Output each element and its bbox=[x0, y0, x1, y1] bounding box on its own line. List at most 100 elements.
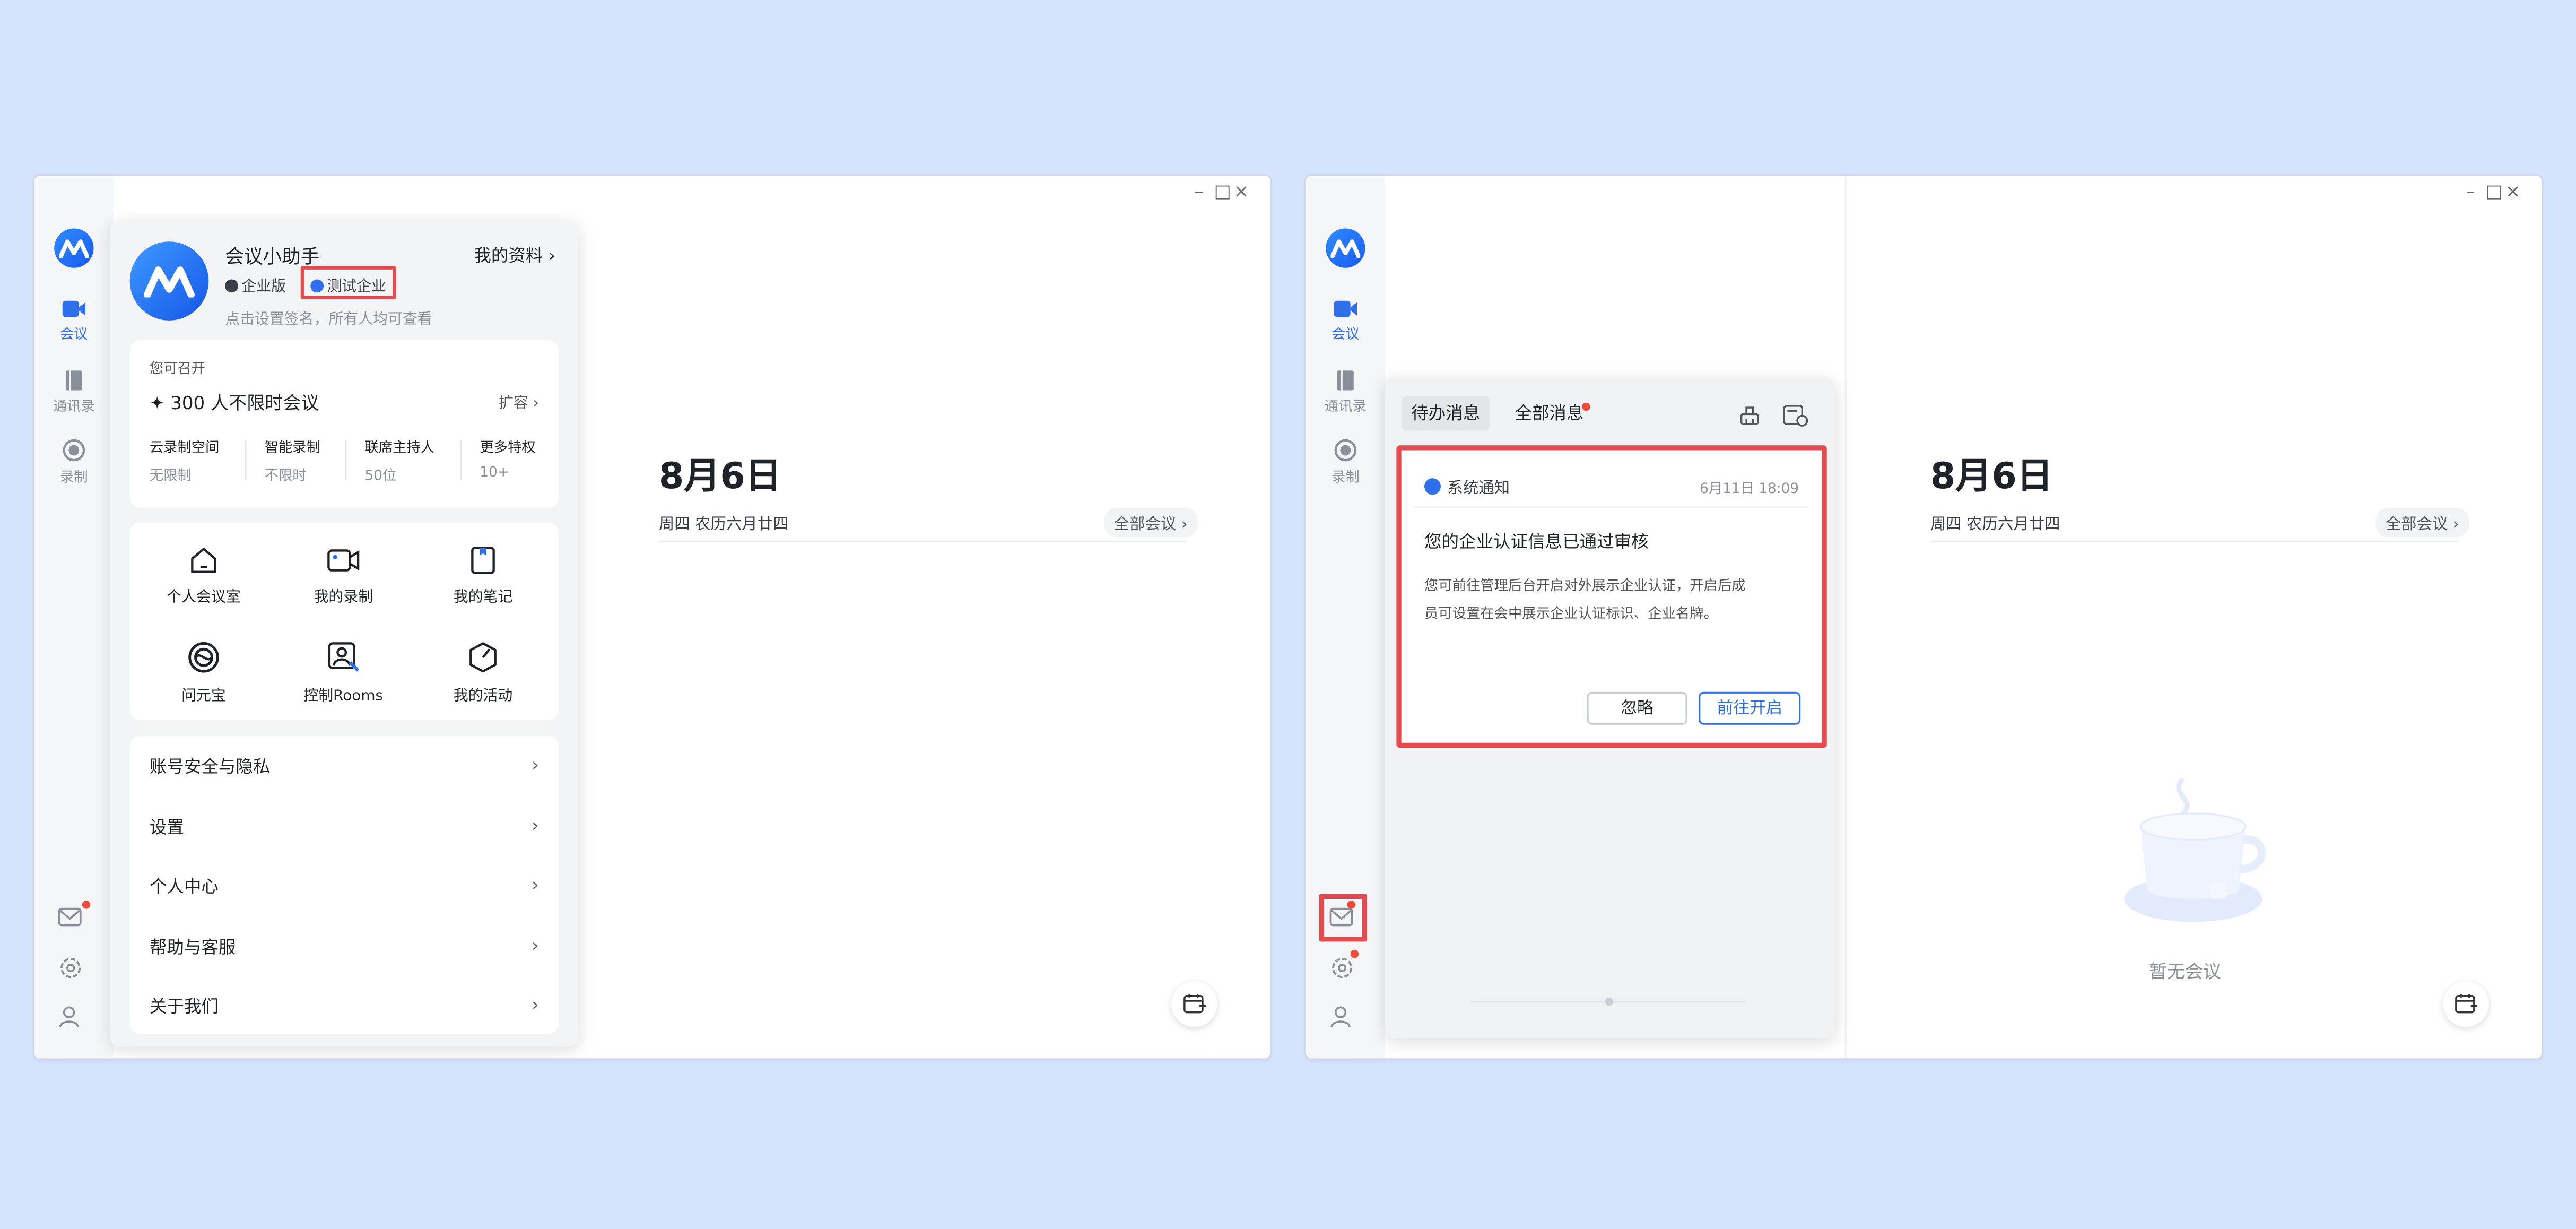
maximize-button[interactable]: □ bbox=[1214, 181, 1234, 202]
settings-menu-card: 账号安全与隐私 › 设置 › 个人中心 › 帮助与客服 › 关于我们 › bbox=[129, 736, 559, 1034]
unread-dot bbox=[1582, 402, 1590, 411]
settings-button[interactable] bbox=[1329, 950, 1362, 988]
message-settings-icon[interactable] bbox=[1782, 404, 1809, 427]
go-enable-button[interactable]: 前往开启 bbox=[1699, 691, 1801, 725]
message-panel: 待办消息 全部消息 系统通知 6月11日 18:09 您的企业认证信息已通过审核… bbox=[1385, 378, 1835, 1039]
edition-label: 企业版 bbox=[241, 279, 286, 296]
profile-button[interactable] bbox=[1329, 1004, 1362, 1037]
divider bbox=[460, 440, 462, 480]
grid-control-rooms[interactable]: 控制Rooms bbox=[274, 641, 412, 705]
tab-todo-messages[interactable]: 待办消息 bbox=[1401, 396, 1490, 431]
all-meetings-link[interactable]: 全部会议 › bbox=[1104, 507, 1198, 538]
chevron-right-icon: › bbox=[532, 815, 539, 837]
divider bbox=[245, 440, 247, 480]
schedule-meeting-button[interactable] bbox=[2443, 981, 2489, 1027]
pager-indicator bbox=[1470, 997, 1747, 1006]
grid-my-recordings[interactable]: 我的录制 bbox=[274, 546, 412, 607]
grid-label: 我的活动 bbox=[453, 688, 513, 705]
profile-button[interactable] bbox=[57, 1004, 90, 1037]
plan-title: 您可召开 bbox=[149, 361, 206, 378]
close-button[interactable]: × bbox=[1234, 181, 1254, 202]
rail-item-contacts[interactable]: 通讯录 bbox=[1306, 370, 1385, 416]
notice-source-label: 系统通知 bbox=[1447, 480, 1510, 498]
close-button[interactable]: × bbox=[2505, 181, 2525, 202]
divider bbox=[658, 540, 1186, 542]
rail-label-meetings: 会议 bbox=[1331, 327, 1360, 344]
date-title: 8月6日 bbox=[658, 456, 781, 498]
grid-yuanbao[interactable]: 问元宝 bbox=[135, 641, 273, 705]
system-notice-icon bbox=[1424, 478, 1441, 495]
expand-link[interactable]: 扩容 › bbox=[499, 391, 539, 412]
rail-item-recordings[interactable]: 录制 bbox=[34, 439, 114, 487]
edition-badge: 企业版 bbox=[225, 274, 286, 296]
app-logo-icon bbox=[143, 266, 195, 298]
rail-item-meetings[interactable]: 会议 bbox=[1306, 299, 1385, 344]
grid-label: 我的笔记 bbox=[453, 590, 513, 607]
contacts-book-icon bbox=[65, 370, 82, 391]
menu-label: 帮助与客服 bbox=[149, 938, 236, 958]
my-profile-label: 我的资料 bbox=[474, 246, 543, 266]
mail-icon bbox=[1329, 907, 1353, 927]
notice-time: 6月11日 18:09 bbox=[1699, 481, 1799, 498]
rail-label-meetings: 会议 bbox=[59, 327, 88, 344]
tab-all-messages[interactable]: 全部消息 bbox=[1505, 396, 1594, 430]
activity-icon bbox=[469, 642, 497, 673]
menu-item-help[interactable]: 帮助与客服 › bbox=[150, 935, 539, 959]
rail-item-recordings[interactable]: 录制 bbox=[1306, 439, 1385, 487]
stat-value: 无限制 bbox=[149, 468, 192, 485]
avatar[interactable] bbox=[129, 241, 209, 321]
rail-item-contacts[interactable]: 通讯录 bbox=[34, 370, 114, 416]
app-logo-icon bbox=[54, 228, 94, 268]
maximize-button[interactable]: □ bbox=[2486, 181, 2505, 202]
rail-label-recordings: 录制 bbox=[1331, 470, 1360, 487]
mail-button[interactable] bbox=[1329, 901, 1362, 937]
grid-label: 我的录制 bbox=[314, 590, 373, 607]
record-icon bbox=[1334, 439, 1357, 462]
stat-co-hosts: 联席主持人 50位 bbox=[365, 437, 435, 485]
menu-item-settings[interactable]: 设置 › bbox=[150, 815, 539, 839]
clean-broom-icon[interactable] bbox=[1738, 404, 1761, 427]
empty-state-text: 暂无会议 bbox=[2148, 961, 2222, 983]
grid-my-activities[interactable]: 我的活动 bbox=[414, 641, 552, 705]
stat-value: 50位 bbox=[364, 468, 397, 485]
divider bbox=[1414, 506, 1809, 508]
notes-icon bbox=[471, 547, 495, 574]
ignore-button[interactable]: 忽略 bbox=[1587, 691, 1687, 725]
right-app-window: 会议 通讯录 录制 –□× 8月6日 周四 农历六月廿四 全部会议 › 暂无会议… bbox=[1306, 176, 2542, 1059]
menu-label: 账号安全与隐私 bbox=[149, 757, 271, 777]
signature-hint[interactable]: 点击设置签名，所有人均可查看 bbox=[225, 307, 432, 328]
yuanbao-icon bbox=[188, 642, 219, 673]
divider bbox=[1844, 176, 1847, 1059]
unread-dot bbox=[1350, 950, 1359, 958]
user-icon bbox=[1330, 1006, 1351, 1028]
date-subtitle: 周四 农历六月廿四 bbox=[658, 516, 789, 534]
menu-item-about[interactable]: 关于我们 › bbox=[150, 994, 539, 1019]
recording-icon bbox=[327, 549, 360, 572]
stat-label: 更多特权 bbox=[480, 440, 536, 457]
grid-label: 问元宝 bbox=[181, 688, 226, 705]
stat-value: 不限时 bbox=[264, 468, 307, 485]
my-profile-link[interactable]: 我的资料 › bbox=[474, 243, 555, 267]
grid-personal-room[interactable]: 个人会议室 bbox=[135, 546, 273, 607]
expand-label: 扩容 bbox=[498, 396, 528, 413]
rail-item-meetings[interactable]: 会议 bbox=[34, 299, 114, 344]
settings-button[interactable] bbox=[57, 955, 90, 988]
window-controls: –□× bbox=[2466, 181, 2525, 202]
schedule-meeting-button[interactable] bbox=[1171, 981, 1217, 1027]
stat-more-privileges[interactable]: 更多特权 10+ bbox=[480, 437, 536, 481]
empty-cup-illustration bbox=[2124, 778, 2266, 922]
all-meetings-link[interactable]: 全部会议 › bbox=[2375, 507, 2469, 538]
grid-my-notes[interactable]: 我的笔记 bbox=[414, 546, 552, 607]
minimize-button[interactable]: – bbox=[1194, 181, 1214, 202]
pager-dot bbox=[1605, 997, 1614, 1006]
rail-label-contacts: 通讯录 bbox=[53, 399, 95, 416]
minimize-button[interactable]: – bbox=[2466, 181, 2485, 202]
chevron-right-icon: › bbox=[532, 935, 539, 957]
menu-item-personal-center[interactable]: 个人中心 › bbox=[150, 875, 539, 899]
mail-button[interactable] bbox=[57, 901, 91, 937]
window-controls: –□× bbox=[1194, 181, 1253, 202]
company-badge[interactable]: 测试企业 bbox=[310, 274, 386, 296]
mail-icon bbox=[58, 907, 82, 927]
plan-headline: ✦ 300 人不限时会议 bbox=[149, 393, 319, 414]
menu-item-account-security[interactable]: 账号安全与隐私 › bbox=[150, 754, 539, 778]
